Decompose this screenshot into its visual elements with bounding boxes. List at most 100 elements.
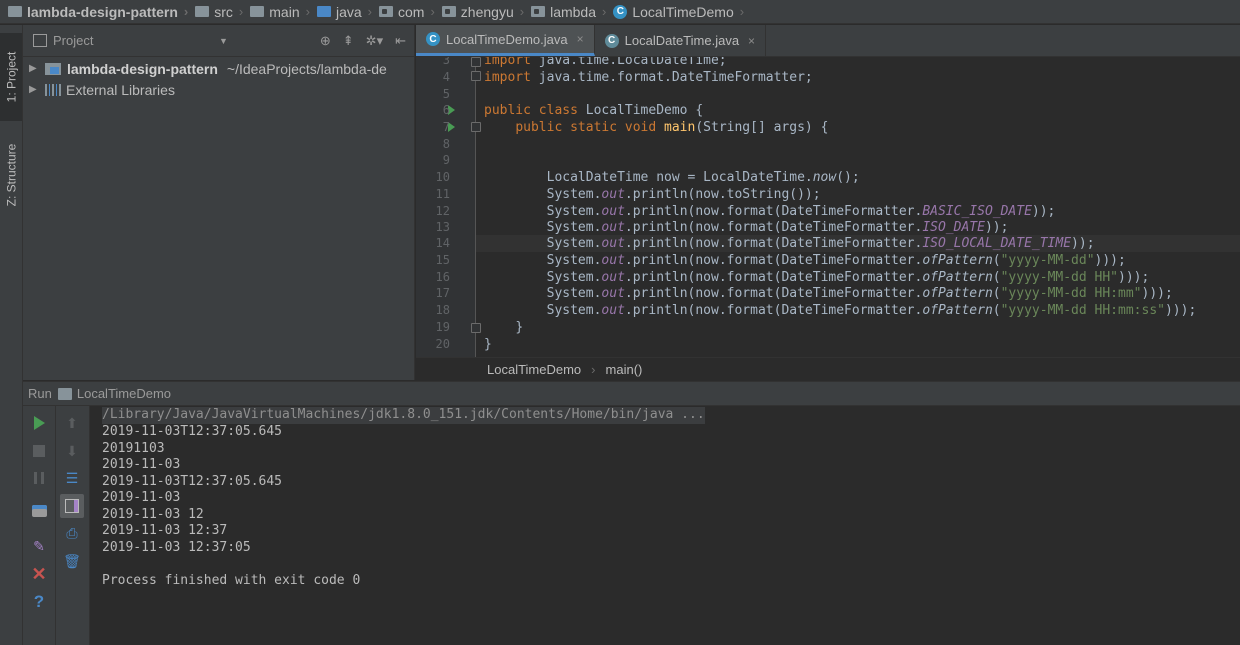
code-line-15: System.out.println(now.format(DateTimeFo…: [546, 253, 1126, 268]
tab-structure[interactable]: Z: Structure: [0, 130, 22, 220]
navigation-bar: lambda-design-pattern › src › main › java › …: [0, 0, 1240, 24]
code-line-18: System.out.println(now.format(DateTimeFo…: [546, 303, 1197, 318]
code-line-16: System.out.println(now.format(DateTimeFo…: [546, 270, 1150, 285]
line-number: 10: [435, 170, 450, 184]
line-number: 7: [442, 120, 450, 134]
console-line: 2019-11-03: [102, 490, 181, 505]
line-number: 12: [435, 204, 450, 218]
tab-project[interactable]: 1: Project: [0, 33, 22, 121]
clear-all-button[interactable]: 🗑: [63, 552, 81, 570]
module-folder-icon: [8, 6, 22, 17]
line-number: 18: [435, 303, 450, 317]
scroll-to-end-button[interactable]: [60, 494, 84, 518]
project-panel: Project ▼ ⊕ ⇞ ✲▾ ⇤ ▶ lambda-design-patte…: [23, 25, 415, 380]
breadcrumb-class[interactable]: C LocalTimeDemo ›: [613, 4, 751, 20]
code-line-7: public static void main(String[] args) {: [515, 120, 829, 135]
console-line: 2019-11-03T12:37:05.645: [102, 424, 283, 439]
breadcrumb-class[interactable]: LocalTimeDemo: [487, 362, 581, 377]
play-icon: [33, 416, 45, 430]
tree-item-external-libraries[interactable]: ▶ External Libraries: [23, 79, 414, 100]
soft-wrap-icon: ☰: [65, 469, 79, 486]
stop-icon: [33, 445, 45, 457]
package-icon: [441, 6, 456, 17]
breadcrumb-zhengyu[interactable]: zhengyu ›: [441, 4, 531, 20]
source-folder-icon: [316, 6, 331, 17]
fold-icon[interactable]: [471, 323, 481, 333]
class-icon: C: [613, 4, 628, 19]
code-line-3: import java.time.LocalDateTime;: [484, 57, 727, 68]
soft-wrap-button[interactable]: ☰: [63, 469, 81, 487]
stop-button[interactable]: [30, 442, 48, 460]
help-icon: ?: [33, 592, 45, 611]
hide-panel-icon[interactable]: ⇤: [395, 33, 406, 49]
print-button[interactable]: ⎙: [63, 524, 81, 542]
expand-arrow-icon[interactable]: ▶: [29, 84, 41, 95]
console-line: 2019-11-03 12: [102, 506, 204, 522]
close-icon[interactable]: ×: [748, 34, 755, 48]
line-number: 4: [442, 70, 450, 84]
run-panel-title[interactable]: Run: [28, 386, 52, 401]
pause-button[interactable]: [30, 469, 48, 487]
breadcrumb-method[interactable]: main(): [606, 362, 643, 377]
trash-icon: 🗑: [63, 552, 81, 569]
code-line-17: System.out.println(now.format(DateTimeFo…: [546, 286, 1173, 301]
gear-icon[interactable]: ✲▾: [366, 33, 383, 49]
breadcrumb-com[interactable]: com ›: [379, 4, 442, 20]
project-view-icon: [33, 34, 47, 47]
code-line-11: System.out.println(now.toString());: [546, 187, 821, 202]
run-config-name[interactable]: LocalTimeDemo: [77, 386, 171, 401]
line-number: 16: [435, 270, 450, 284]
tab-localtimedemo[interactable]: C LocalTimeDemo.java ×: [416, 25, 595, 56]
breadcrumb-src[interactable]: src ›: [195, 4, 250, 20]
line-number: 6: [442, 103, 450, 117]
locate-target-icon[interactable]: ⊕: [320, 33, 331, 49]
close-icon: ✕: [31, 563, 47, 584]
code-editor[interactable]: import java.time.LocalDateTime; import j…: [416, 57, 1240, 357]
folder-icon: [195, 6, 210, 17]
code-line-12: System.out.println(now.format(DateTimeFo…: [546, 204, 1056, 219]
fold-icon[interactable]: [471, 57, 481, 67]
tree-item-project-root[interactable]: ▶ lambda-design-pattern ~/IdeaProjects/l…: [23, 58, 414, 79]
console-line: 2019-11-03T12:37:05.645: [102, 473, 283, 489]
project-panel-title[interactable]: Project: [53, 33, 93, 48]
console-output[interactable]: /Library/Java/JavaVirtualMachines/jdk1.8…: [90, 406, 1240, 645]
fold-icon[interactable]: [471, 71, 481, 81]
dump-threads-button[interactable]: [30, 502, 48, 520]
console-line: 2019-11-03: [102, 457, 181, 472]
scroll-up-button[interactable]: ⬆: [63, 414, 81, 432]
breadcrumb-java[interactable]: java ›: [316, 4, 379, 20]
package-icon: [531, 6, 546, 17]
module-folder-icon: [45, 62, 61, 75]
close-icon[interactable]: ×: [577, 32, 584, 46]
editor-breadcrumb: LocalTimeDemo › main(): [416, 357, 1240, 381]
scroll-down-button[interactable]: ⬇: [63, 442, 81, 460]
project-panel-header: Project ▼ ⊕ ⇞ ✲▾ ⇤: [23, 25, 414, 57]
fold-icon[interactable]: [471, 122, 481, 132]
line-number: 15: [435, 253, 450, 267]
expand-arrow-icon[interactable]: ▶: [29, 63, 41, 74]
breadcrumb-main[interactable]: main ›: [250, 4, 317, 20]
class-icon: C: [426, 32, 440, 46]
close-run-button[interactable]: ✕: [30, 563, 48, 584]
line-number: 11: [435, 187, 450, 201]
console-line: 2019-11-03 12:37:05: [102, 539, 251, 555]
console-line-exit: Process finished with exit code 0: [102, 572, 361, 588]
code-line-6: public class LocalTimeDemo {: [484, 103, 704, 118]
line-number: 17: [435, 286, 450, 300]
breadcrumb-project[interactable]: lambda-design-pattern ›: [8, 4, 195, 20]
breadcrumb-lambda[interactable]: lambda ›: [531, 4, 613, 20]
console-line-command: /Library/Java/JavaVirtualMachines/jdk1.8…: [102, 407, 705, 424]
collapse-all-icon[interactable]: ⇞: [343, 33, 354, 49]
arrow-down-icon: ⬇: [66, 442, 78, 459]
tab-localdatetime[interactable]: C LocalDateTime.java ×: [595, 25, 767, 56]
printer-icon: ⎙: [66, 524, 78, 541]
rerun-button[interactable]: [30, 414, 48, 432]
code-line-10: LocalDateTime now = LocalDateTime.now();: [546, 170, 860, 185]
chevron-down-icon[interactable]: ▼: [219, 36, 228, 46]
line-number: 9: [442, 153, 450, 167]
help-button[interactable]: ?: [30, 592, 48, 611]
code-line-19: }: [515, 320, 524, 335]
run-toolbar-secondary: ⬆ ⬇ ☰ ⎙ 🗑: [56, 406, 90, 645]
arrow-up-icon: ⬆: [66, 414, 78, 431]
pin-tab-button[interactable]: ✎: [30, 537, 48, 555]
